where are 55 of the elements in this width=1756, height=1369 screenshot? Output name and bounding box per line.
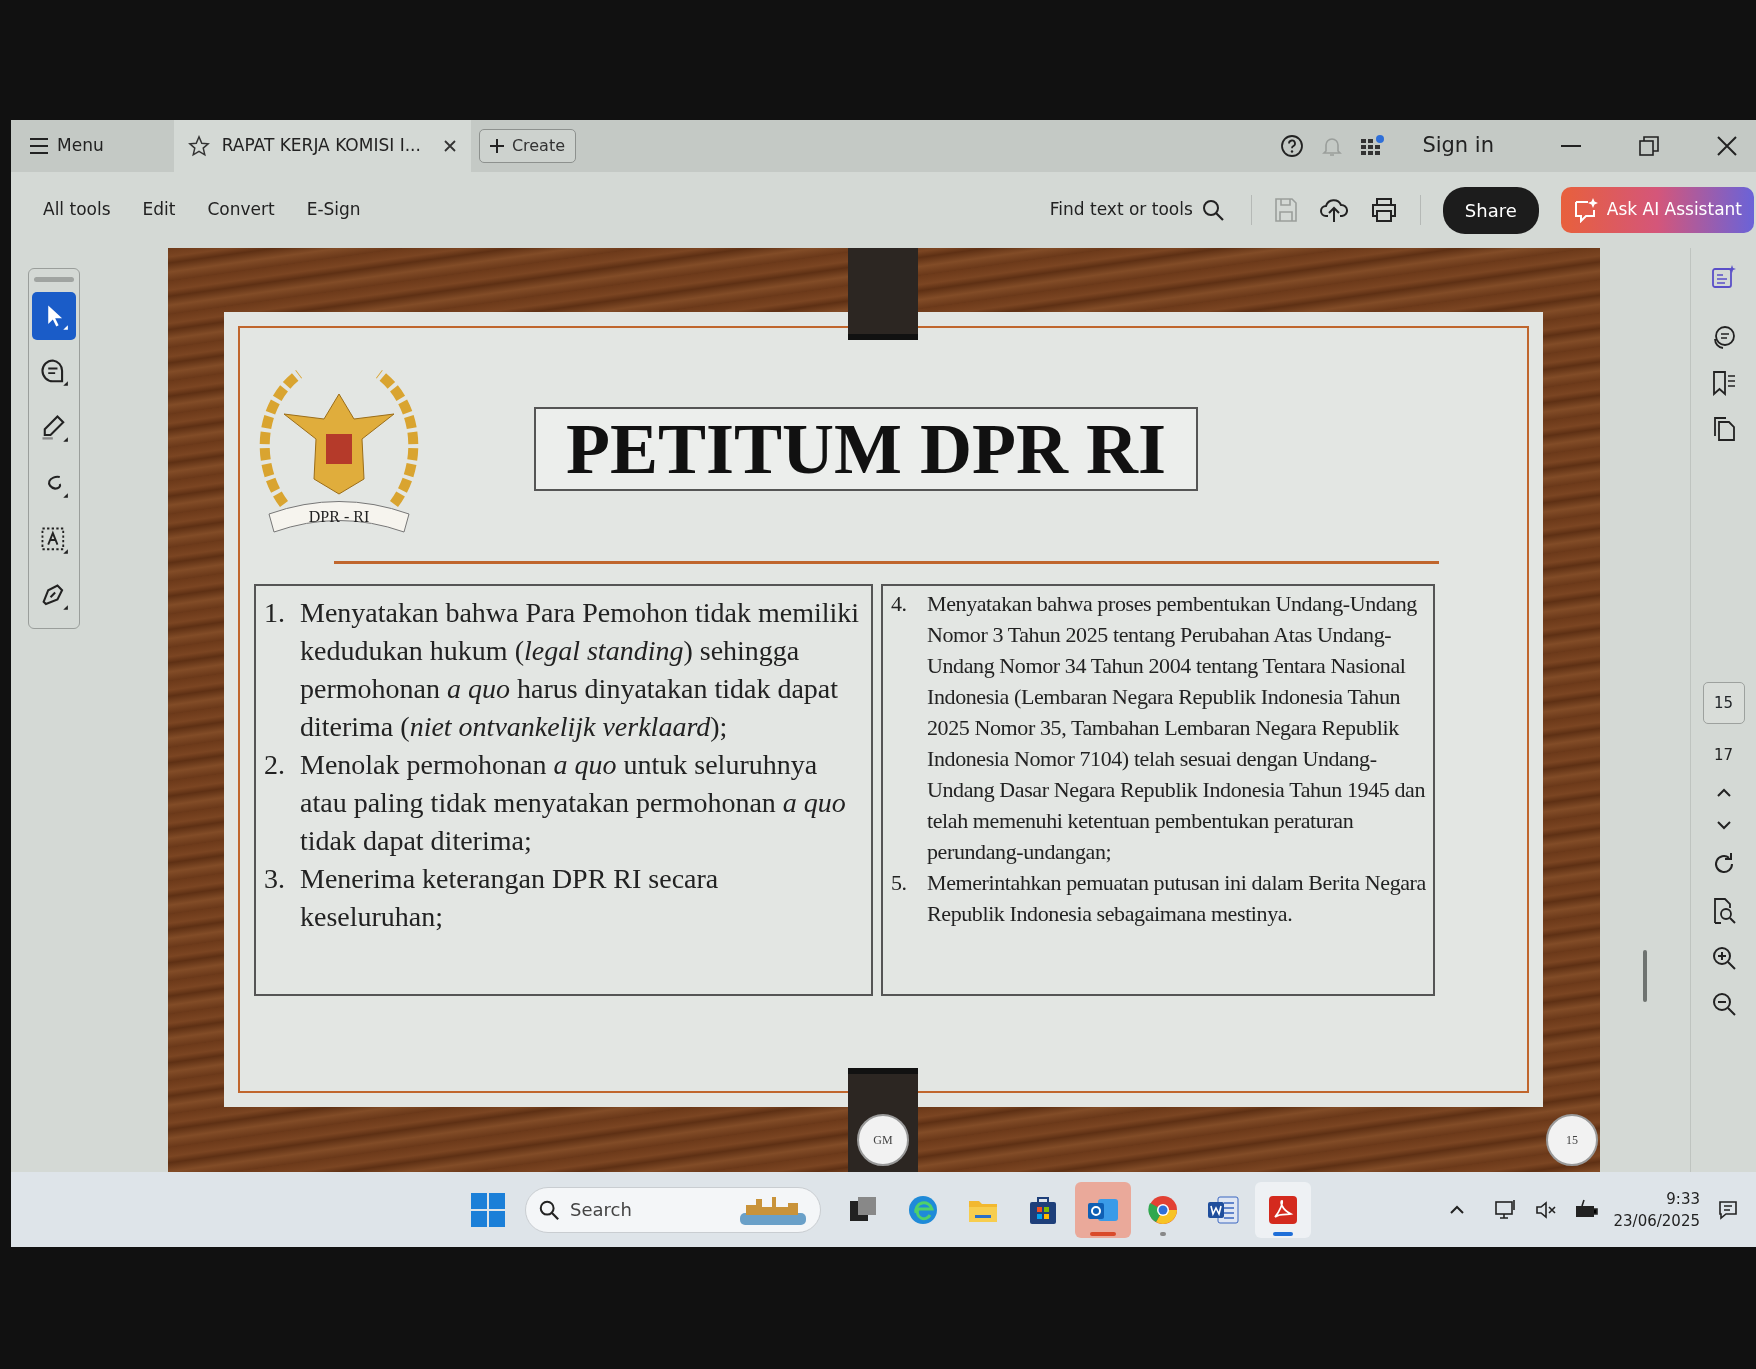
- panel-grip[interactable]: [34, 277, 74, 282]
- emblem-drawing: DPR - RI: [254, 353, 424, 544]
- text-tool-icon: [39, 525, 69, 555]
- menu-item[interactable]: E-Sign: [290, 191, 377, 229]
- close-window-icon[interactable]: [1716, 135, 1738, 157]
- document-tab[interactable]: RAPAT KERJA KOMISI I...: [173, 120, 471, 172]
- highlight-tool-icon: [39, 413, 69, 443]
- slide-title: PETITUM DPR RI: [534, 406, 1198, 491]
- plus-icon: [489, 139, 504, 153]
- chevron-down-icon[interactable]: [1714, 818, 1733, 831]
- taskbar-search-field[interactable]: Search: [525, 1186, 821, 1233]
- start-icon[interactable]: [471, 1192, 505, 1227]
- menu-icon: [29, 137, 49, 155]
- sparkle-chat-icon: [1572, 197, 1599, 223]
- star-icon: [187, 135, 210, 157]
- page-number-field[interactable]: 15: [1702, 682, 1745, 724]
- bookmark-icon[interactable]: [1710, 370, 1737, 396]
- document-tab-title: RAPAT KERJA KOMISI I...: [221, 134, 421, 158]
- page-badge: 15: [1546, 1114, 1598, 1166]
- find-tools-field[interactable]: Find text or tools: [1045, 193, 1229, 227]
- search-icon: [1200, 198, 1225, 222]
- zoom-out-icon[interactable]: [1710, 990, 1737, 1017]
- menu-item[interactable]: Edit: [126, 191, 192, 229]
- apps-grid-icon[interactable]: [1360, 134, 1387, 158]
- item-text: Menyatakan bahwa Para Pemohon tidak memiliki kedudukan hukum (legal standing) sehingga permohonan a quo harus dinyatakan tidak dapat diterima (niet ontvankelijk verklaard);: [300, 596, 861, 744]
- create-button[interactable]: Create: [478, 129, 577, 163]
- sparkle-document-icon[interactable]: [1710, 264, 1737, 290]
- network-icon[interactable]: [1493, 1197, 1518, 1222]
- comment-tool-icon: [39, 357, 69, 387]
- menu-button[interactable]: Menu: [11, 127, 114, 165]
- item-number: 2.: [264, 748, 286, 782]
- print-icon[interactable]: [1369, 197, 1398, 223]
- close-icon[interactable]: [442, 139, 457, 153]
- item-text: Memerintahkan pemuatan putusan ini dalam Berita Negara Republik Indonesia sebagaimana mestinya.: [927, 869, 1427, 928]
- item-number: 5.: [891, 869, 908, 897]
- tool-button[interactable]: [32, 292, 76, 340]
- page-count: 17: [1713, 745, 1734, 766]
- menu-item[interactable]: All tools: [27, 191, 127, 229]
- restore-icon[interactable]: [1638, 135, 1660, 157]
- item-number: 1.: [264, 596, 286, 630]
- item-number: 3.: [264, 862, 286, 896]
- item-text: Menolak permohonan a quo untuk seluruhnya atau paling tidak menyatakan permohonan a quo tidak dapat diterima;: [300, 748, 847, 858]
- scrollbar-thumb[interactable]: [1643, 950, 1647, 1002]
- clock[interactable]: 9:33 23/06/2025: [1613, 1187, 1700, 1232]
- sign-in-link[interactable]: Sign in: [1422, 130, 1494, 162]
- item-text: Menyatakan bahwa proses pembentukan Undang-Undang Nomor 3 Tahun 2025 tentang Perubahan Atas Undang-Undang Nomor 34 Tahun 2004 tentang Tentara Nasional Indonesia (Lembaran Negara Republik Indonesia Tahun 2025 Nomor 35, Tambahan Lembaran Negara Republik Indonesia Nomor 7104) telah sesuai dengan Undang-Undang Dasar Negara Republik Indonesia Tahun 1945 dan telah memenuhi ketentuan pembentukan peraturan perundang-undangan;: [927, 590, 1426, 866]
- zoom-in-icon[interactable]: [1710, 944, 1737, 971]
- item-text: Menerima keterangan DPR RI secara keseluruhan;: [300, 862, 720, 934]
- ai-assistant-button[interactable]: Ask AI Assistant: [1560, 187, 1754, 233]
- cloud-upload-icon[interactable]: [1319, 196, 1348, 224]
- help-icon[interactable]: [1280, 134, 1305, 158]
- search-icon: [538, 1198, 560, 1221]
- item-number: 4.: [891, 590, 908, 618]
- menu-item[interactable]: Convert: [191, 191, 291, 229]
- share-button[interactable]: Share: [1442, 186, 1539, 234]
